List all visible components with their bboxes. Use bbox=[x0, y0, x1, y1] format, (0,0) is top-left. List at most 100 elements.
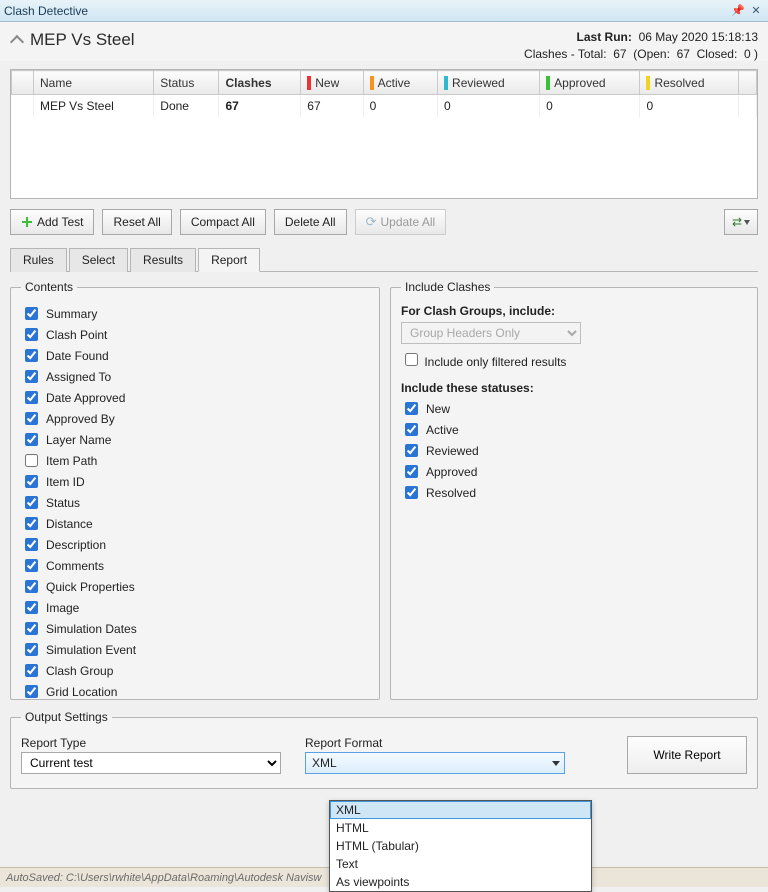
status-item[interactable]: Reviewed bbox=[401, 441, 747, 460]
import-export-button[interactable]: ⇄ bbox=[724, 209, 758, 235]
tests-grid[interactable]: Name Status Clashes New Active Reviewed … bbox=[10, 69, 758, 199]
tab-results[interactable]: Results bbox=[130, 248, 196, 272]
contents-item[interactable]: Simulation Event bbox=[21, 640, 369, 659]
report-format-option[interactable]: HTML (Tabular) bbox=[330, 837, 591, 855]
contents-item-label: Clash Group bbox=[46, 664, 113, 678]
contents-item-label: Simulation Event bbox=[46, 643, 136, 657]
contents-item[interactable]: Assigned To bbox=[21, 367, 369, 386]
import-export-icon: ⇄ bbox=[732, 215, 742, 229]
contents-checkbox[interactable] bbox=[25, 454, 38, 467]
contents-checkbox[interactable] bbox=[25, 601, 38, 614]
contents-checkbox[interactable] bbox=[25, 580, 38, 593]
tab-select[interactable]: Select bbox=[69, 248, 128, 272]
col-reviewed[interactable]: Reviewed bbox=[438, 71, 540, 95]
compact-all-button[interactable]: Compact All bbox=[180, 209, 266, 235]
col-new[interactable]: New bbox=[301, 71, 363, 95]
refresh-icon: ⟳ bbox=[366, 214, 377, 230]
chevron-down-icon bbox=[552, 761, 560, 766]
contents-checkbox[interactable] bbox=[25, 538, 38, 551]
contents-panel: Contents Summary Clash Point Date Found Ass… bbox=[10, 280, 380, 700]
contents-item[interactable]: Clash Group bbox=[21, 661, 369, 680]
contents-item[interactable]: Quick Properties bbox=[21, 577, 369, 596]
status-checkbox[interactable] bbox=[405, 402, 418, 415]
contents-item-label: Description bbox=[46, 538, 106, 552]
contents-item[interactable]: Date Approved bbox=[21, 388, 369, 407]
report-format-option[interactable]: As viewpoints bbox=[330, 873, 591, 891]
report-type-select[interactable]: Current test bbox=[21, 752, 281, 774]
report-format-option[interactable]: HTML bbox=[330, 819, 591, 837]
status-item[interactable]: Approved bbox=[401, 462, 747, 481]
contents-item-label: Comments bbox=[46, 559, 104, 573]
contents-item[interactable]: Grid Location bbox=[21, 682, 369, 701]
col-resolved[interactable]: Resolved bbox=[640, 71, 738, 95]
status-item[interactable]: Active bbox=[401, 420, 747, 439]
status-checkbox[interactable] bbox=[405, 486, 418, 499]
col-active[interactable]: Active bbox=[363, 71, 437, 95]
report-format-select[interactable]: XML bbox=[305, 752, 565, 774]
contents-item[interactable]: Distance bbox=[21, 514, 369, 533]
contents-checkbox[interactable] bbox=[25, 685, 38, 698]
contents-checkbox[interactable] bbox=[25, 643, 38, 656]
contents-item[interactable]: Simulation Dates bbox=[21, 619, 369, 638]
status-label: Approved bbox=[426, 465, 477, 479]
clash-summary: Clashes - Total: 67 (Open: 67 Closed: 0 … bbox=[524, 47, 758, 61]
contents-item[interactable]: Item Path bbox=[21, 451, 369, 470]
contents-checkbox[interactable] bbox=[25, 370, 38, 383]
delete-all-button[interactable]: Delete All bbox=[274, 209, 347, 235]
collapse-icon[interactable] bbox=[10, 35, 24, 49]
contents-checkbox[interactable] bbox=[25, 664, 38, 677]
contents-checkbox[interactable] bbox=[25, 412, 38, 425]
status-label: Resolved bbox=[426, 486, 476, 500]
status-checkbox[interactable] bbox=[405, 444, 418, 457]
tab-rules[interactable]: Rules bbox=[10, 248, 67, 272]
contents-item[interactable]: Approved By bbox=[21, 409, 369, 428]
pin-icon[interactable]: 📌 bbox=[730, 4, 746, 18]
contents-item[interactable]: Item ID bbox=[21, 472, 369, 491]
report-format-dropdown[interactable]: XMLHTMLHTML (Tabular)TextAs viewpoints bbox=[329, 800, 592, 892]
contents-checkbox[interactable] bbox=[25, 433, 38, 446]
contents-item[interactable]: Clash Point bbox=[21, 325, 369, 344]
add-test-button[interactable]: Add Test bbox=[10, 209, 94, 235]
status-label: Active bbox=[426, 423, 459, 437]
contents-item[interactable]: Summary bbox=[21, 304, 369, 323]
contents-item[interactable]: Layer Name bbox=[21, 430, 369, 449]
contents-checkbox[interactable] bbox=[25, 328, 38, 341]
contents-item-label: Image bbox=[46, 601, 79, 615]
only-filtered-checkbox[interactable]: Include only filtered results bbox=[401, 355, 566, 369]
status-label: Reviewed bbox=[426, 444, 479, 458]
tab-report[interactable]: Report bbox=[198, 248, 260, 272]
statuses-label: Include these statuses: bbox=[401, 381, 747, 395]
contents-item[interactable]: Image bbox=[21, 598, 369, 617]
contents-item[interactable]: Date Found bbox=[21, 346, 369, 365]
write-report-button[interactable]: Write Report bbox=[627, 736, 747, 774]
status-checkbox[interactable] bbox=[405, 465, 418, 478]
contents-checkbox[interactable] bbox=[25, 559, 38, 572]
col-name[interactable]: Name bbox=[34, 71, 154, 95]
col-approved[interactable]: Approved bbox=[540, 71, 640, 95]
contents-checkbox[interactable] bbox=[25, 307, 38, 320]
contents-legend: Contents bbox=[21, 280, 77, 294]
report-format-label: Report Format bbox=[305, 736, 565, 750]
contents-checkbox[interactable] bbox=[25, 391, 38, 404]
table-row[interactable]: MEP Vs Steel Done 67 67 0 0 0 0 bbox=[12, 95, 757, 118]
close-icon[interactable]: ✕ bbox=[748, 4, 764, 18]
contents-checkbox[interactable] bbox=[25, 496, 38, 509]
plus-icon bbox=[21, 216, 33, 228]
reset-all-button[interactable]: Reset All bbox=[102, 209, 171, 235]
contents-checkbox[interactable] bbox=[25, 517, 38, 530]
contents-item[interactable]: Description bbox=[21, 535, 369, 554]
contents-item-label: Status bbox=[46, 496, 80, 510]
contents-item[interactable]: Comments bbox=[21, 556, 369, 575]
contents-item-label: Quick Properties bbox=[46, 580, 135, 594]
status-item[interactable]: Resolved bbox=[401, 483, 747, 502]
report-format-option[interactable]: XML bbox=[330, 801, 591, 819]
contents-checkbox[interactable] bbox=[25, 475, 38, 488]
report-format-option[interactable]: Text bbox=[330, 855, 591, 873]
col-status[interactable]: Status bbox=[154, 71, 219, 95]
col-clashes[interactable]: Clashes bbox=[219, 71, 301, 95]
contents-checkbox[interactable] bbox=[25, 349, 38, 362]
contents-checkbox[interactable] bbox=[25, 622, 38, 635]
contents-item[interactable]: Status bbox=[21, 493, 369, 512]
status-item[interactable]: New bbox=[401, 399, 747, 418]
status-checkbox[interactable] bbox=[405, 423, 418, 436]
